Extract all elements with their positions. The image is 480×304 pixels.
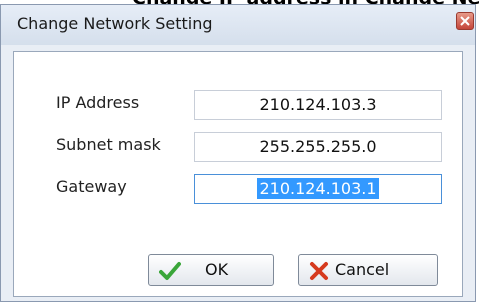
close-icon xyxy=(460,16,470,26)
gateway-field[interactable]: 210.124.103.1 xyxy=(194,174,442,204)
ip-address-value: 210.124.103.3 xyxy=(259,95,377,114)
dialog-body: IP Address 210.124.103.3 Subnet mask 255… xyxy=(13,51,463,297)
close-button[interactable] xyxy=(456,12,474,30)
checkmark-icon xyxy=(159,262,181,280)
title-bar[interactable]: Change Network Setting xyxy=(1,5,475,45)
ip-address-field[interactable]: 210.124.103.3 xyxy=(194,90,442,120)
subnet-mask-label: Subnet mask xyxy=(56,135,161,154)
window-title: Change Network Setting xyxy=(17,14,213,33)
gateway-value-selected: 210.124.103.1 xyxy=(257,178,379,199)
dialog-window: Change Network Setting IP Address 210.12… xyxy=(0,4,476,302)
ok-label: OK xyxy=(205,260,229,279)
cancel-label: Cancel xyxy=(335,260,390,279)
cancel-button[interactable]: Cancel xyxy=(298,254,438,286)
ip-address-label: IP Address xyxy=(56,93,140,112)
ok-button[interactable]: OK xyxy=(148,254,274,286)
cross-icon xyxy=(310,262,328,280)
gateway-label: Gateway xyxy=(56,177,127,196)
subnet-mask-value: 255.255.255.0 xyxy=(259,137,377,156)
subnet-mask-field[interactable]: 255.255.255.0 xyxy=(194,132,442,162)
